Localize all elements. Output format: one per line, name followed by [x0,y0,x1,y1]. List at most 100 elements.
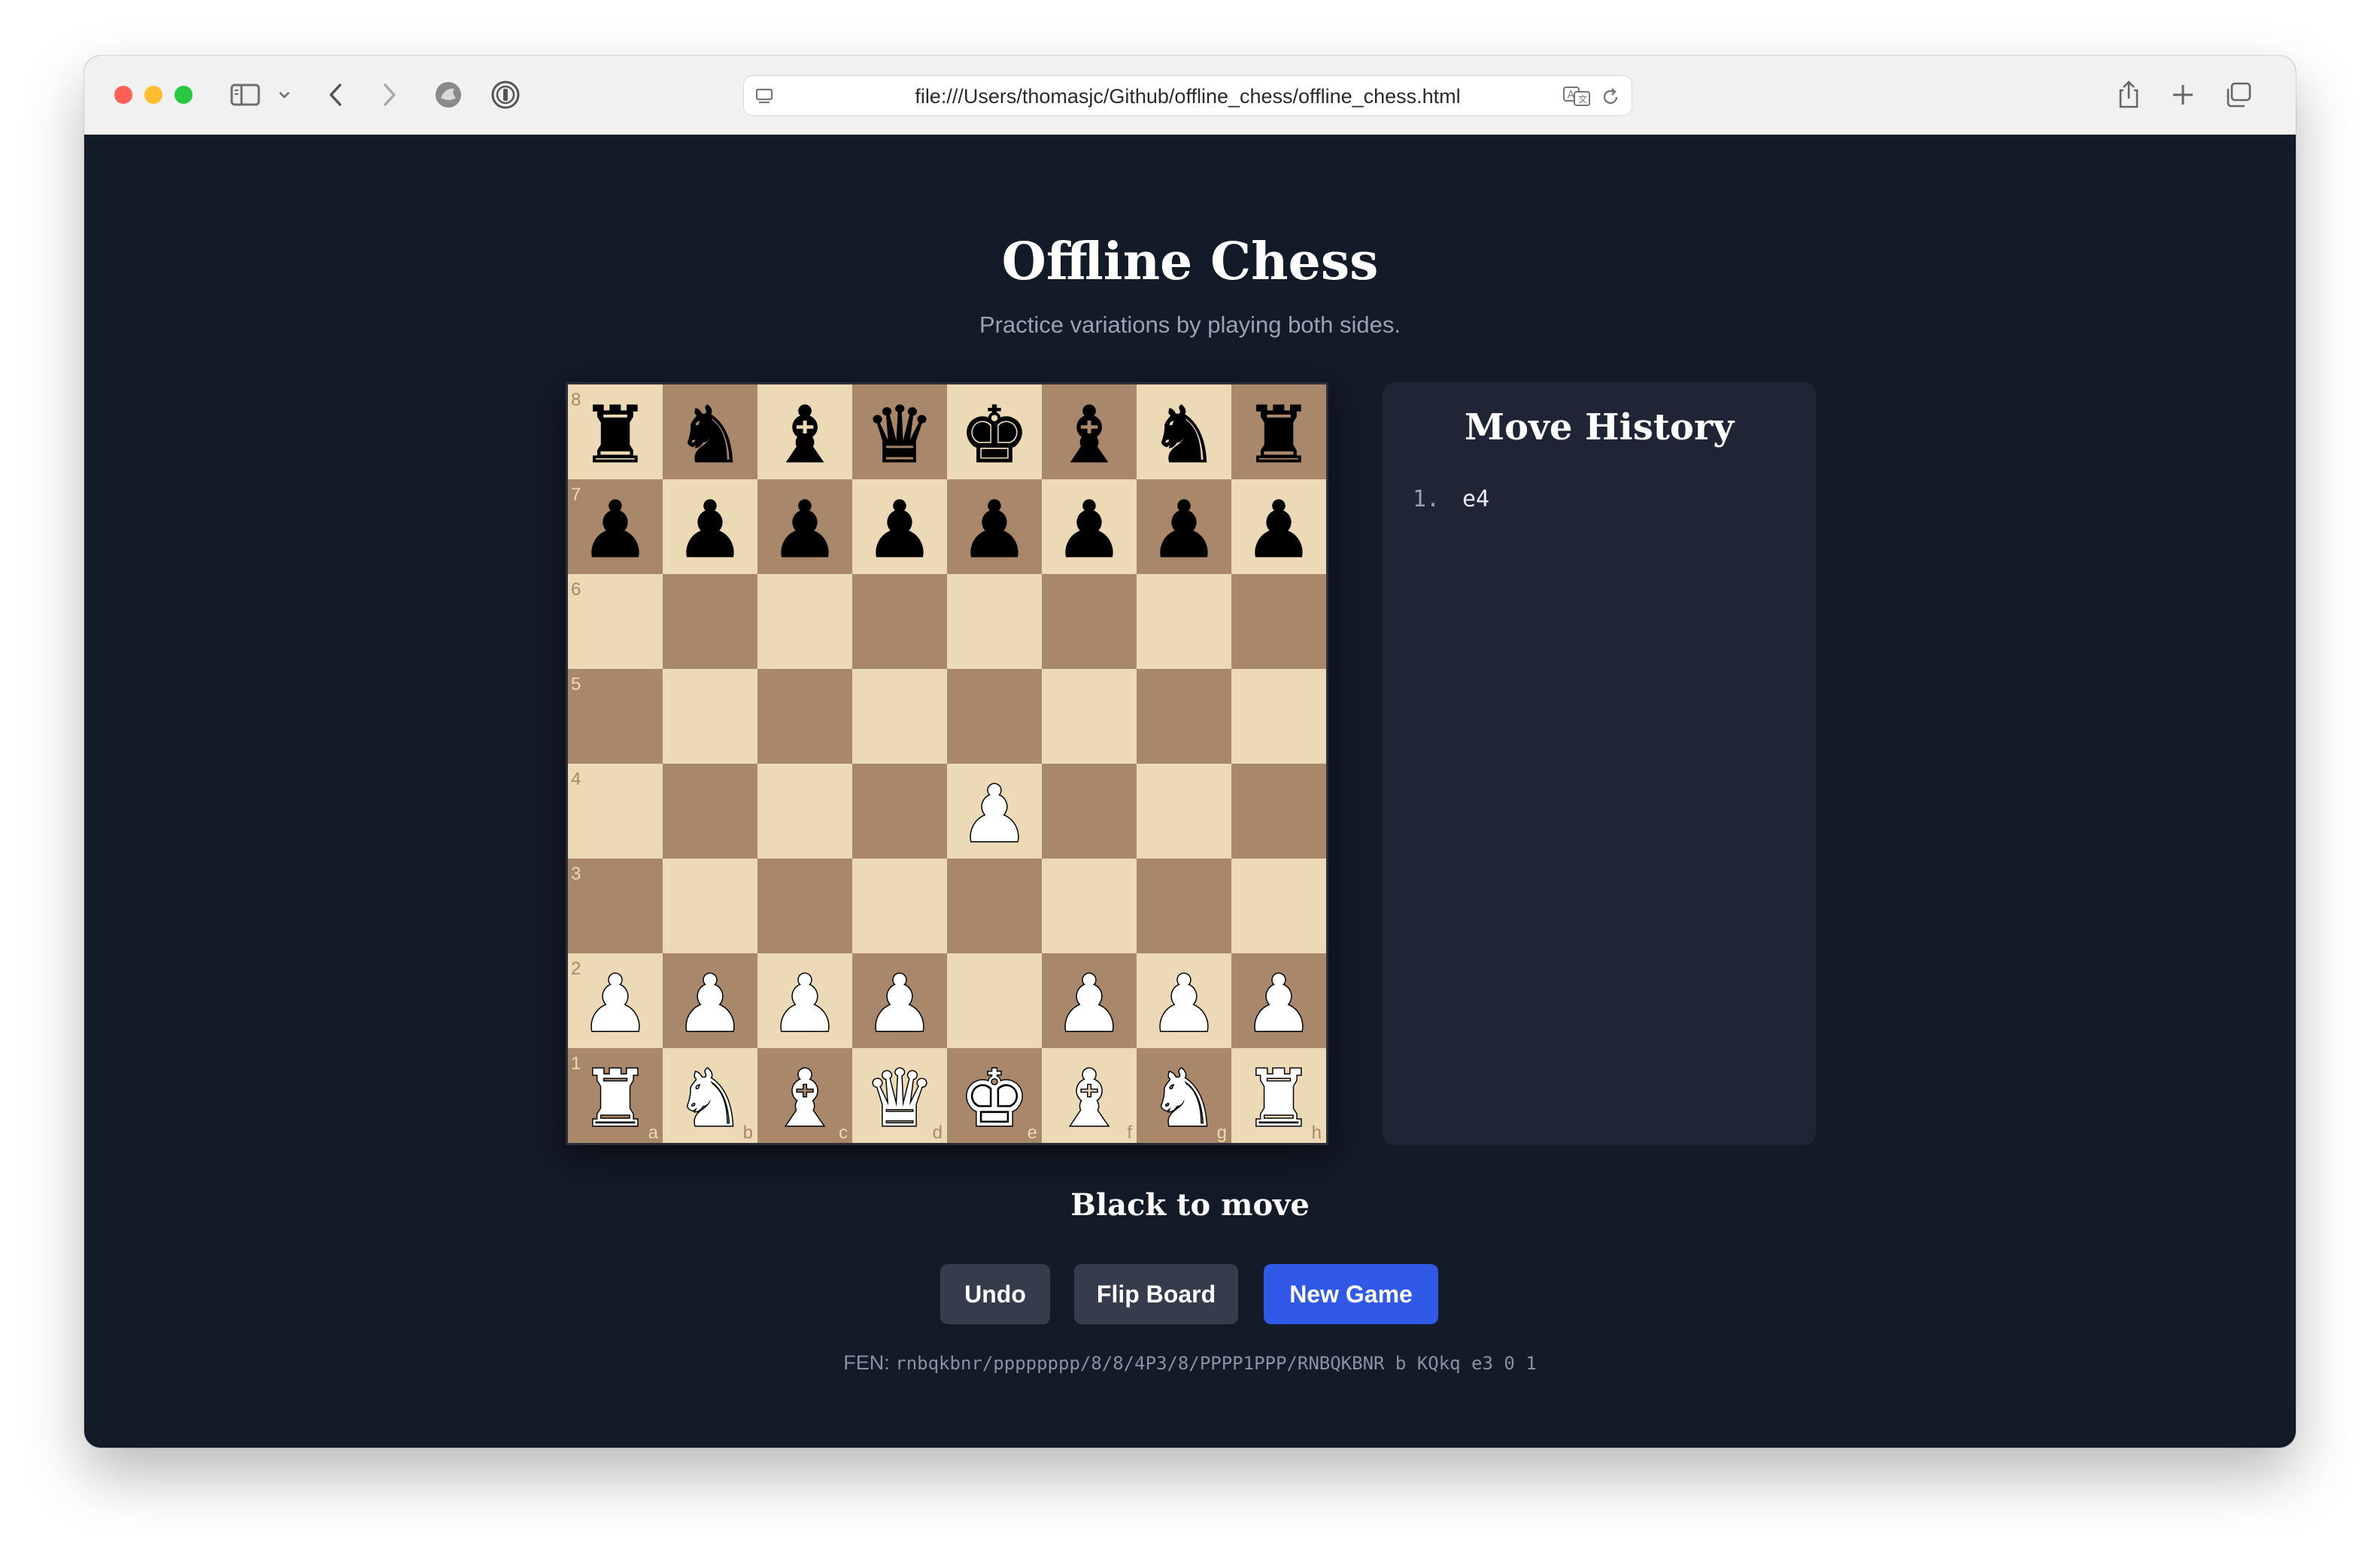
square-f3[interactable] [1042,859,1137,953]
black-knight-b8[interactable]: ♞ [675,389,745,482]
square-e5[interactable] [947,669,1042,764]
black-pawn-a7[interactable]: ♟ [580,484,651,576]
square-h6[interactable] [1231,574,1326,669]
square-a4[interactable] [568,764,663,859]
black-pawn-d7[interactable]: ♟ [864,484,935,576]
white-pawn-a2[interactable]: ♟ [579,957,651,1051]
undo-button[interactable]: Undo [940,1264,1050,1324]
white-pawn-e4[interactable]: ♟ [958,767,1031,862]
square-f6[interactable] [1042,574,1137,669]
white-pawn-g2[interactable]: ♟ [1148,957,1220,1051]
new-tab-icon[interactable] [2165,77,2201,113]
black-king-e8[interactable]: ♚ [959,389,1030,482]
square-a3[interactable] [568,859,663,953]
square-g6[interactable] [1137,574,1231,669]
square-d6[interactable] [852,574,947,669]
square-a6[interactable] [568,574,663,669]
flip-board-button[interactable]: Flip Board [1074,1264,1238,1324]
white-knight-g1[interactable]: ♞ [1148,1052,1220,1144]
square-g5[interactable] [1137,669,1231,764]
square-g3[interactable] [1137,859,1231,953]
white-queen-d1[interactable]: ♛ [864,1052,936,1144]
white-pawn-h2[interactable]: ♟ [1243,957,1315,1051]
tab-overview-icon[interactable] [2221,77,2257,113]
move-history-title: Move History [1464,406,1735,448]
black-pawn-f7[interactable]: ♟ [1054,484,1125,576]
move-history-panel: Move History 1. e4 [1383,382,1816,1145]
sidebar-toggle-icon[interactable] [227,77,263,113]
black-rook-a8[interactable]: ♜ [580,389,651,482]
square-e3[interactable] [947,859,1042,953]
square-c3[interactable] [757,859,852,953]
minimize-window-button[interactable] [144,86,162,104]
privacy-extension-icon[interactable] [430,77,466,113]
translate-icon[interactable]: A文 [1562,85,1592,111]
square-f5[interactable] [1042,669,1137,764]
share-icon[interactable] [2111,77,2147,113]
white-rook-a1[interactable]: ♜ [579,1052,651,1144]
password-manager-icon[interactable] [487,77,524,113]
white-king-e1[interactable]: ♚ [958,1052,1031,1144]
square-b5[interactable] [663,669,757,764]
file-label-f: f [1127,1123,1132,1143]
square-g4[interactable] [1137,764,1231,859]
forward-arrow-icon[interactable] [378,77,402,113]
white-bishop-c1[interactable]: ♝ [769,1052,841,1144]
chevron-down-icon[interactable] [275,77,293,113]
square-e6[interactable] [947,574,1042,669]
fen-line: FEN: rnbqkbnr/pppppppp/8/8/4P3/8/PPPP1PP… [84,1351,2296,1375]
move-white[interactable]: e4 [1462,486,1489,512]
square-e2[interactable] [947,953,1042,1048]
white-pawn-b2[interactable]: ♟ [674,957,746,1051]
black-knight-g8[interactable]: ♞ [1149,389,1219,482]
zoom-window-button[interactable] [175,86,193,104]
black-pawn-g7[interactable]: ♟ [1149,484,1219,576]
square-b3[interactable] [663,859,757,953]
fen-label: FEN: [843,1351,890,1374]
white-pawn-d2[interactable]: ♟ [864,957,936,1051]
square-h3[interactable] [1231,859,1326,953]
rank-label-5: 5 [571,674,581,694]
svg-text:A: A [1568,90,1574,101]
black-bishop-c8[interactable]: ♝ [770,389,840,482]
white-bishop-f1[interactable]: ♝ [1053,1052,1125,1144]
black-pawn-h7[interactable]: ♟ [1243,484,1314,576]
square-d3[interactable] [852,859,947,953]
svg-text:文: 文 [1578,93,1587,105]
black-pawn-b7[interactable]: ♟ [675,484,745,576]
black-pawn-c7[interactable]: ♟ [770,484,840,576]
back-arrow-icon[interactable] [323,77,348,113]
white-rook-h1[interactable]: ♜ [1243,1052,1315,1144]
white-pawn-c2[interactable]: ♟ [769,957,841,1051]
browser-toolbar: file:///Users/thomasjc/Github/offline_ch… [84,56,2296,135]
move-number: 1. [1413,486,1440,512]
black-queen-d8[interactable]: ♛ [864,389,935,482]
page-content: Offline Chess Practice variations by pla… [84,134,2296,1448]
page-title: Offline Chess [1001,232,1379,292]
square-c4[interactable] [757,764,852,859]
new-game-button[interactable]: New Game [1264,1264,1438,1324]
address-bar[interactable]: file:///Users/thomasjc/Github/offline_ch… [743,75,1632,116]
square-b6[interactable] [663,574,757,669]
chess-board[interactable]: 8 ♜ ♞ ♝ ♛ ♚ ♝ ♞ ♜ 7 ♟ ♟ ♟ ♟ ♟ ♟ ♟ ♟ 6 5 4 ♟ 3 2 ♟ ♟ ♟ ♟ ♟ ♟ ♟ 1 a ♜ b ♞ c ♝ d ♛… [566,382,1328,1145]
rank-label-4: 4 [571,769,581,789]
move-row[interactable]: 1. e4 [1413,486,1489,512]
black-pawn-e7[interactable]: ♟ [959,484,1030,576]
square-a5[interactable] [568,669,663,764]
square-c6[interactable] [757,574,852,669]
square-d5[interactable] [852,669,947,764]
square-h4[interactable] [1231,764,1326,859]
white-pawn-f2[interactable]: ♟ [1053,957,1125,1051]
black-rook-h8[interactable]: ♜ [1243,389,1314,482]
square-h5[interactable] [1231,669,1326,764]
url-text[interactable]: file:///Users/thomasjc/Github/offline_ch… [744,76,1632,117]
white-knight-b1[interactable]: ♞ [674,1052,746,1144]
square-d4[interactable] [852,764,947,859]
black-bishop-f8[interactable]: ♝ [1054,389,1125,482]
square-f4[interactable] [1042,764,1137,859]
square-c5[interactable] [757,669,852,764]
close-window-button[interactable] [114,86,132,104]
reload-icon[interactable] [1600,87,1621,111]
square-b4[interactable] [663,764,757,859]
rank-label-2: 2 [571,959,581,979]
